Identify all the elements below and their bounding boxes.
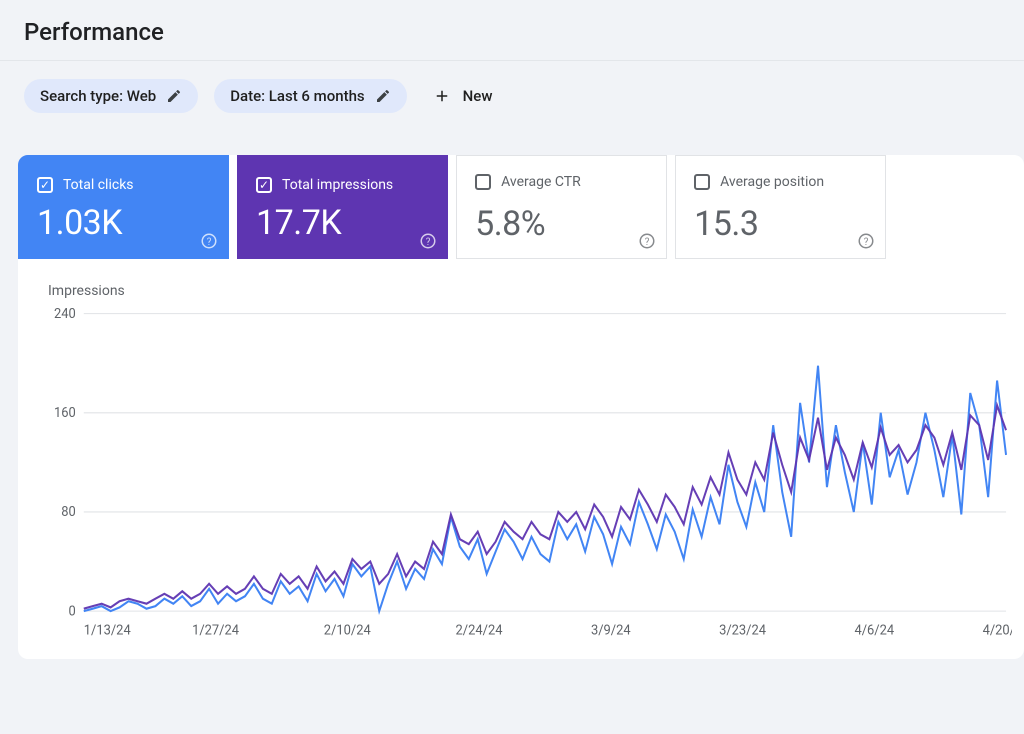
metric-spacer	[894, 155, 1024, 259]
metric-card-position[interactable]: Average position 15.3 ?	[675, 155, 886, 259]
svg-text:4/20/24: 4/20/24	[983, 623, 1012, 638]
pencil-icon	[166, 88, 182, 104]
checkbox-icon: ✓	[256, 177, 272, 193]
metric-value: 1.03K	[37, 203, 210, 243]
svg-text:?: ?	[207, 237, 212, 248]
filter-chip-search-type[interactable]: Search type: Web	[24, 79, 198, 113]
svg-text:1/27/24: 1/27/24	[192, 623, 239, 638]
svg-text:80: 80	[61, 505, 76, 520]
metric-card-clicks[interactable]: ✓ Total clicks 1.03K ?	[18, 155, 229, 259]
svg-text:240: 240	[54, 307, 76, 322]
svg-text:2/10/24: 2/10/24	[324, 623, 371, 638]
performance-panel: ✓ Total clicks 1.03K ? ✓ Total impressio…	[18, 155, 1024, 659]
checkbox-icon: ✓	[37, 177, 53, 193]
svg-text:?: ?	[864, 237, 869, 248]
metric-value: 17.7K	[256, 203, 429, 243]
plus-icon	[433, 87, 451, 105]
checkbox-icon	[694, 174, 710, 190]
help-icon[interactable]: ?	[200, 232, 218, 250]
chart-y-title: Impressions	[48, 283, 1012, 299]
svg-text:?: ?	[426, 237, 431, 248]
filter-chip-date[interactable]: Date: Last 6 months	[214, 79, 406, 113]
svg-text:4/6/24: 4/6/24	[854, 623, 894, 638]
metric-label: Average CTR	[501, 174, 581, 190]
svg-text:?: ?	[645, 237, 650, 248]
svg-text:3/9/24: 3/9/24	[591, 623, 631, 638]
help-icon[interactable]: ?	[857, 232, 875, 250]
svg-text:160: 160	[54, 406, 76, 421]
metric-value: 15.3	[694, 204, 867, 244]
performance-line-chart[interactable]: 0 80 160 240 1/13/24 1/27/24 2/10/24 2/24/24 3/9…	[48, 303, 1012, 643]
pencil-icon	[375, 88, 391, 104]
filter-bar: Search type: Web Date: Last 6 months New	[0, 61, 1024, 131]
new-filter-label: New	[463, 87, 493, 105]
page-title: Performance	[0, 0, 1024, 60]
metric-value: 5.8%	[475, 204, 648, 244]
checkbox-icon	[475, 174, 491, 190]
metric-card-impressions[interactable]: ✓ Total impressions 17.7K ?	[237, 155, 448, 259]
svg-text:3/23/24: 3/23/24	[719, 623, 766, 638]
metric-card-ctr[interactable]: Average CTR 5.8% ?	[456, 155, 667, 259]
svg-text:2/24/24: 2/24/24	[456, 623, 503, 638]
metric-row: ✓ Total clicks 1.03K ? ✓ Total impressio…	[18, 155, 1024, 259]
metric-label: Total impressions	[282, 177, 393, 193]
help-icon[interactable]: ?	[638, 232, 656, 250]
metric-label: Total clicks	[63, 177, 134, 193]
chart-area: Impressions 0 80 160 240 1/13/24 1/27/24 2/10/…	[18, 259, 1024, 643]
svg-text:1/13/24: 1/13/24	[84, 623, 131, 638]
new-filter-button[interactable]: New	[423, 79, 503, 113]
help-icon[interactable]: ?	[419, 232, 437, 250]
svg-text:0: 0	[69, 604, 76, 619]
metric-label: Average position	[720, 174, 824, 190]
chip-label: Date: Last 6 months	[230, 87, 364, 105]
chip-label: Search type: Web	[40, 87, 156, 105]
